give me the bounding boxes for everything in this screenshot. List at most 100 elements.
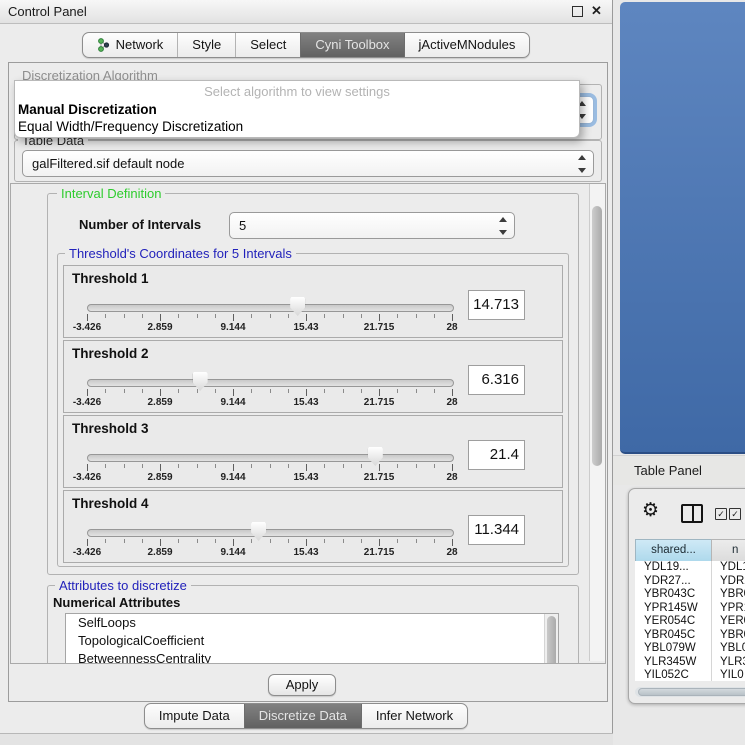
tick-mark	[361, 314, 362, 318]
cell-name: YDR2	[720, 575, 745, 587]
tab-jactivemnodules[interactable]: jActiveMNodules	[404, 33, 530, 57]
pane-scrollbar-thumb[interactable]	[592, 206, 602, 466]
threshold-value-field[interactable]: 6.316	[468, 365, 525, 395]
tick-mark	[306, 539, 307, 546]
tick-mark	[197, 464, 198, 468]
close-icon[interactable]: ✕	[591, 3, 602, 19]
dropdown-option-manual-discretization[interactable]: Manual Discretization	[18, 102, 157, 117]
threshold-label: Threshold 1	[72, 271, 149, 286]
table-row[interactable]: YDL19...YDL1	[635, 561, 745, 575]
bottom-tab-impute-data[interactable]: Impute Data	[145, 704, 244, 728]
column-header-shared[interactable]: shared...	[635, 539, 712, 562]
checkbox-icon[interactable]: ✓	[715, 508, 727, 520]
bottom-tab-impute-data-label: Impute Data	[159, 708, 230, 723]
tick-mark	[124, 389, 125, 393]
tick-mark	[87, 389, 88, 396]
threshold-value-field[interactable]: 21.4	[468, 440, 525, 470]
cell-shared-name: YBL079W	[644, 642, 696, 654]
table-row[interactable]: YER054CYER0	[635, 615, 745, 629]
table-scrollbar-thumb[interactable]	[638, 688, 745, 696]
tick-mark	[233, 314, 234, 321]
panel-title: Control Panel	[8, 4, 87, 19]
slider-track[interactable]	[87, 304, 454, 312]
tick-mark	[178, 464, 179, 468]
cell-name: YLR3	[720, 656, 745, 668]
bottom-tab-infer-network[interactable]: Infer Network	[361, 704, 467, 728]
table-data-combobox[interactable]: galFiltered.sif default node	[22, 150, 594, 177]
threshold-value-field[interactable]: 14.713	[468, 290, 525, 320]
attribute-item-betweennesscentrality[interactable]: BetweennessCentrality	[66, 650, 558, 664]
cell-name: YBL0	[720, 642, 745, 654]
tab-select[interactable]: Select	[235, 33, 300, 57]
tab-network[interactable]: Network	[83, 33, 178, 57]
settings-scrollpane: Interval Definition Number of Intervals …	[10, 183, 606, 664]
slider-track[interactable]	[87, 379, 454, 387]
gear-icon[interactable]: ⚙	[642, 501, 659, 520]
slider-ticks	[87, 314, 452, 322]
number-of-intervals-combobox[interactable]: 5	[229, 212, 515, 239]
table-row[interactable]: YIL052CYIL0	[635, 669, 745, 681]
algorithm-dropdown-popup: Select algorithm to view settings Manual…	[14, 80, 580, 138]
apply-button[interactable]: Apply	[268, 674, 336, 696]
number-of-intervals-value: 5	[239, 218, 246, 233]
pane-vertical-scrollbar[interactable]	[589, 184, 605, 661]
checkbox-icon[interactable]: ✓	[729, 508, 741, 520]
slider-track[interactable]	[87, 454, 454, 462]
column-header-name[interactable]: n	[711, 539, 745, 562]
control-panel-titlebar: Control Panel ✕	[0, 0, 612, 24]
list-scrollbar-thumb[interactable]	[547, 616, 556, 664]
tick-mark	[343, 464, 344, 468]
tab-cyni-toolbox[interactable]: Cyni Toolbox	[300, 33, 403, 57]
attribute-item-topologicalcoefficient[interactable]: TopologicalCoefficient	[66, 632, 558, 650]
threshold-panel-3: Threshold 3-3.4262.8599.14415.4321.71528…	[63, 415, 563, 488]
combo-arrows-icon	[498, 213, 508, 238]
dropdown-hint: Select algorithm to view settings	[15, 84, 579, 99]
slider-ticks	[87, 389, 452, 397]
table-row[interactable]: YBL079W YBL0	[635, 642, 745, 656]
axis-tick-label: 2.859	[147, 472, 172, 483]
table-horizontal-scrollbar[interactable]	[635, 687, 745, 697]
table-panel-titlebar: Table Panel	[613, 455, 745, 485]
attribute-item-selfloops[interactable]: SelfLoops	[66, 614, 558, 632]
table-rows-area: YDL19...YDL1YDR27...YDR2YBR043CYBR0YPR14…	[635, 561, 745, 681]
table-data-selected-value: galFiltered.sif default node	[32, 156, 184, 171]
tick-mark	[105, 314, 106, 318]
table-row[interactable]: YLR345WYLR3	[635, 656, 745, 670]
tick-mark	[452, 464, 453, 471]
tab-jactivemnodules-label: jActiveMNodules	[419, 37, 516, 52]
tick-mark	[87, 464, 88, 471]
tick-mark	[215, 539, 216, 543]
tick-mark	[270, 464, 271, 468]
threshold-value-field[interactable]: 11.344	[468, 515, 525, 545]
tab-style[interactable]: Style	[177, 33, 235, 57]
axis-tick-label: -3.426	[73, 547, 101, 558]
tick-mark	[142, 464, 143, 468]
axis-labels: -3.4262.8599.14415.4321.71528	[87, 472, 452, 484]
split-columns-icon[interactable]	[681, 504, 703, 523]
tick-mark	[142, 539, 143, 543]
tick-mark	[324, 539, 325, 543]
tick-mark	[324, 464, 325, 468]
table-row[interactable]: YDR27...YDR2	[635, 575, 745, 589]
slider-track[interactable]	[87, 529, 454, 537]
network-icon	[97, 38, 110, 52]
axis-tick-label: 15.43	[293, 322, 318, 333]
bottom-tab-discretize-data[interactable]: Discretize Data	[244, 704, 361, 728]
threshold-label: Threshold 2	[72, 346, 149, 361]
tick-mark	[452, 539, 453, 546]
axis-tick-label: 21.715	[364, 397, 395, 408]
list-scrollbar[interactable]	[544, 614, 558, 664]
table-row[interactable]: YBR045CYBR0	[635, 629, 745, 643]
tick-mark	[452, 389, 453, 396]
tab-style-label: Style	[192, 37, 221, 52]
table-row[interactable]: YPR145WYPR1	[635, 602, 745, 616]
dropdown-option-equal-width-frequency[interactable]: Equal Width/Frequency Discretization	[18, 119, 243, 134]
tick-mark	[306, 464, 307, 471]
table-row[interactable]: YBR043CYBR0	[635, 588, 745, 602]
axis-tick-label: -3.426	[73, 397, 101, 408]
tick-mark	[251, 389, 252, 393]
slider-ticks	[87, 464, 452, 472]
cell-name: YER0	[720, 615, 745, 627]
tick-mark	[197, 539, 198, 543]
float-window-icon[interactable]	[572, 6, 583, 17]
